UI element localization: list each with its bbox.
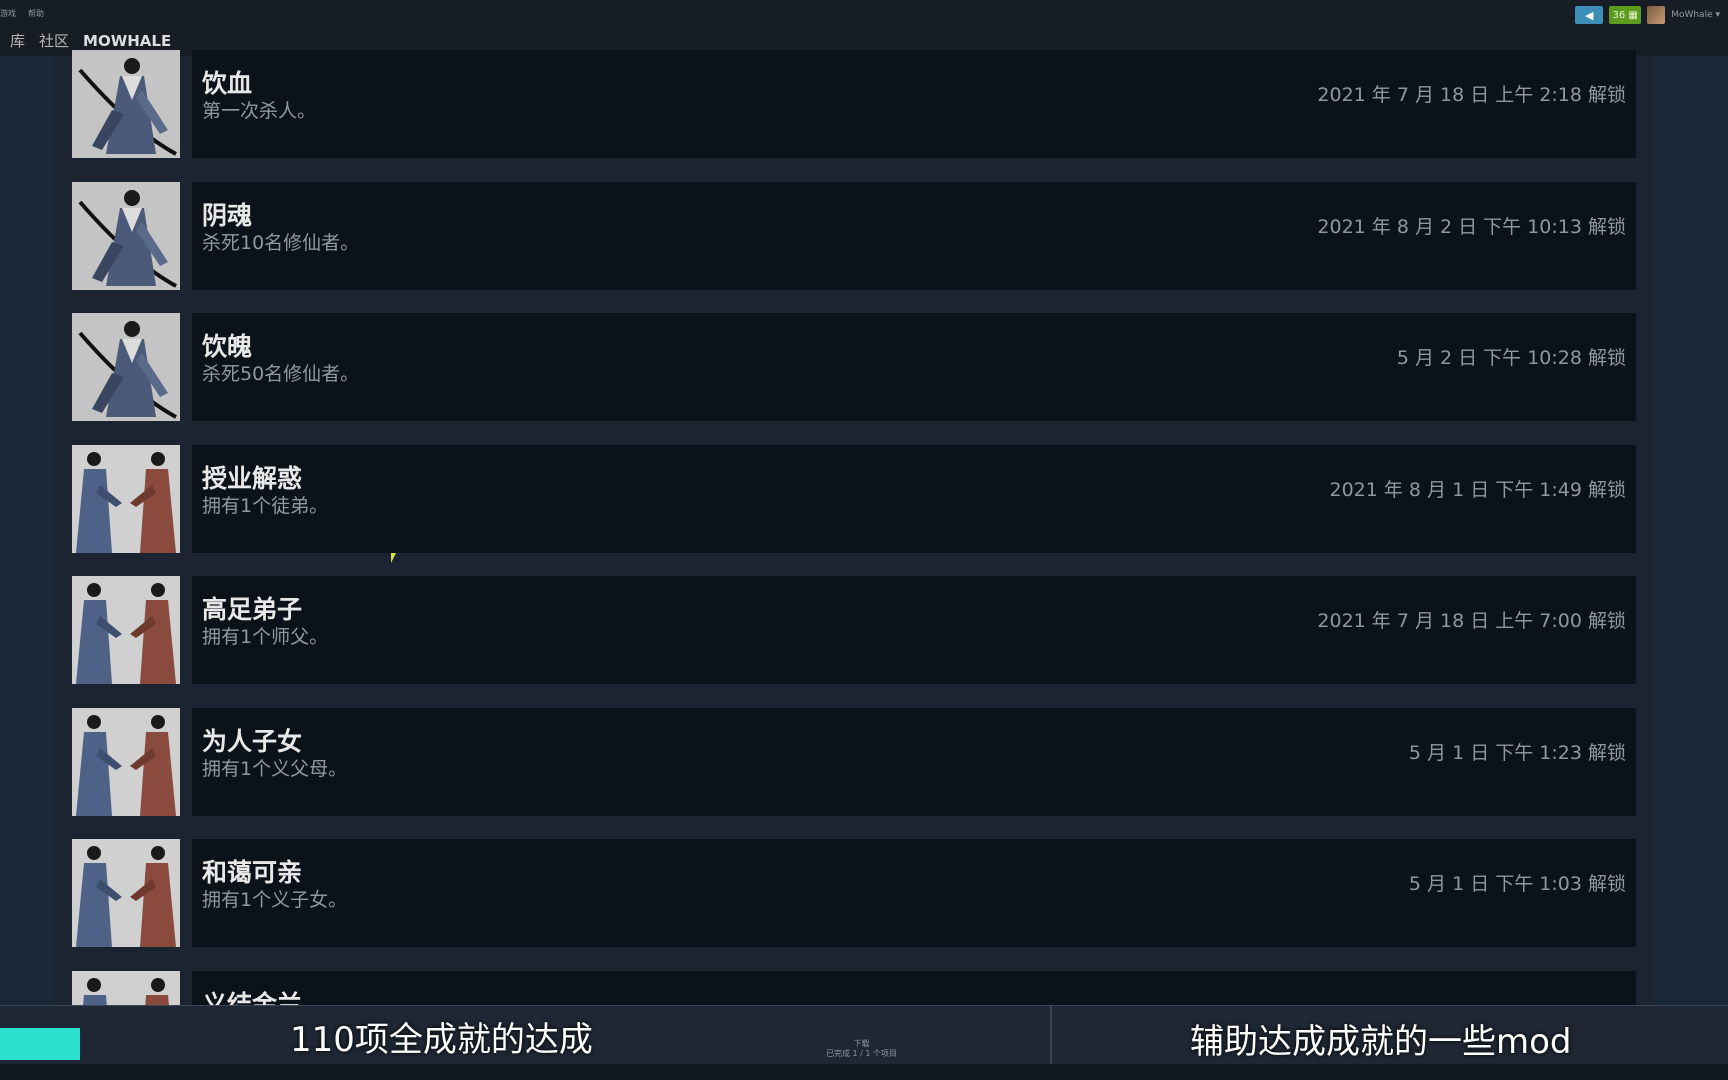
download-sub: 已完成 1 / 1 个项目 [826,1049,898,1058]
achievement-panel: 阴魂 杀死10名修仙者。 2021 年 8 月 2 日 下午 10:13 解锁 [192,181,1636,290]
unlock-date: 5 月 1 日 下午 1:23 解锁 [1408,741,1626,764]
achievement-desc: 拥有1个义父母。 [202,757,348,780]
top-bar: 游戏 帮助 库 社区 MOWHALE ◀ 36 ▦ MoWhale ▾ [0,0,1728,56]
achievement-desc: 拥有1个师父。 [202,626,329,648]
achievement-row[interactable]: 为人子女 拥有1个义父母。 5 月 1 日 下午 1:23 解锁 [72,707,1636,816]
achievement-title: 授业解惑 [202,463,303,493]
achievement-list: 饮血 第一次杀人。 2021 年 7 月 18 日 上午 2:18 解锁阴魂 杀死10… [54,50,1654,1079]
achievement-panel: 饮血 第一次杀人。 2021 年 7 月 18 日 上午 2:18 解锁 [192,50,1636,158]
two-figures-icon [72,707,180,816]
nav-community[interactable]: 社区 [39,30,69,51]
achievement-desc: 杀死50名修仙者。 [202,363,360,385]
unlock-date: 2021 年 8 月 1 日 下午 1:49 解锁 [1329,478,1626,501]
notification-button[interactable]: ◀ [1575,6,1604,24]
achievement-panel: 饮魄 杀死50名修仙者。 5 月 2 日 下午 10:28 解锁 [192,313,1636,421]
teal-marker [0,1028,80,1060]
nav-library[interactable]: 库 [10,30,25,51]
unlock-date: 2021 年 8 月 2 日 下午 10:13 解锁 [1317,215,1626,238]
username-menu[interactable]: MoWhale ▾ [1671,10,1720,20]
account-area: ◀ 36 ▦ MoWhale ▾ [1575,6,1720,24]
achievement-row[interactable]: 授业解惑 拥有1个徒弟。 2021 年 8 月 1 日 下午 1:49 解锁 [72,444,1636,553]
swordsman-icon [72,313,180,421]
achievement-desc: 拥有1个徒弟。 [202,494,329,517]
unlock-date: 5 月 2 日 下午 10:28 解锁 [1396,347,1626,369]
achievement-title: 为人子女 [202,726,303,756]
achievement-row[interactable]: 饮血 第一次杀人。 2021 年 7 月 18 日 上午 2:18 解锁 [72,50,1636,158]
achievement-panel: 授业解惑 拥有1个徒弟。 2021 年 8 月 1 日 下午 1:49 解锁 [192,444,1636,553]
achievement-row[interactable]: 高足弟子 拥有1个师父。 2021 年 7 月 18 日 上午 7:00 解锁 [72,576,1636,684]
achievement-title: 高足弟子 [202,595,303,624]
avatar[interactable] [1647,6,1666,24]
achievement-desc: 第一次杀人。 [202,100,317,122]
download-status[interactable]: 下载 已完成 1 / 1 个项目 [826,1039,897,1059]
subtitle-left: 110项全成就的达成 [290,1020,593,1060]
achievement-title: 和蔼可亲 [202,858,303,887]
achievement-title: 饮血 [202,69,253,98]
menu-item-help[interactable]: 帮助 [28,8,44,19]
achievement-desc: 杀死10名修仙者。 [202,231,360,254]
bottom-divider [1050,1006,1052,1064]
achievement-panel: 为人子女 拥有1个义父母。 5 月 1 日 下午 1:23 解锁 [192,707,1636,816]
swordsman-icon [72,50,180,158]
two-figures-icon [72,576,180,684]
main-nav: 库 社区 MOWHALE [10,30,171,51]
achievement-panel: 高足弟子 拥有1个师父。 2021 年 7 月 18 日 上午 7:00 解锁 [192,576,1636,684]
subtitle-right: 辅助达成成就的一些mod [1190,1022,1572,1062]
swordsman-icon [72,181,180,290]
two-figures-icon [72,444,180,553]
nav-profile[interactable]: MOWHALE [83,32,171,50]
achievement-title: 阴魂 [202,200,253,230]
achievement-row[interactable]: 饮魄 杀死50名修仙者。 5 月 2 日 下午 10:28 解锁 [72,313,1636,421]
unlock-date: 5 月 1 日 下午 1:03 解锁 [1408,873,1626,895]
achievement-row[interactable]: 和蔼可亲 拥有1个义子女。 5 月 1 日 下午 1:03 解锁 [72,839,1636,947]
achievement-title: 饮魄 [202,332,253,361]
achievement-row[interactable]: 阴魂 杀死10名修仙者。 2021 年 8 月 2 日 下午 10:13 解锁 [72,181,1636,290]
unlock-date: 2021 年 7 月 18 日 上午 2:18 解锁 [1317,84,1626,106]
footer-strip [0,1064,1728,1080]
achievement-desc: 拥有1个义子女。 [202,889,348,911]
achievement-panel: 和蔼可亲 拥有1个义子女。 5 月 1 日 下午 1:03 解锁 [192,839,1636,947]
two-figures-icon [72,839,180,947]
unlock-date: 2021 年 7 月 18 日 上午 7:00 解锁 [1317,610,1626,632]
mouse-cursor-icon [391,553,396,563]
window-menu: 游戏 帮助 [0,8,44,19]
download-label: 下载 [853,1039,870,1048]
inventory-badge[interactable]: 36 ▦ [1609,6,1642,24]
menu-item-games[interactable]: 游戏 [0,8,16,19]
